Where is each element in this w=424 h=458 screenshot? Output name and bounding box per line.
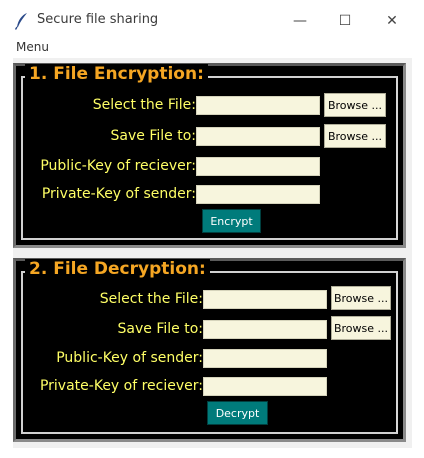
enc-select-file-field[interactable] — [196, 96, 320, 115]
encryption-title: 1. File Encryption: — [25, 64, 208, 84]
dec-public-key-field[interactable] — [203, 349, 327, 368]
dec-browse-file-button[interactable]: Browse ... — [331, 286, 391, 310]
maximize-button[interactable]: ☐ — [334, 10, 356, 32]
encrypt-button[interactable]: Encrypt — [202, 209, 261, 233]
enc-public-key-field[interactable] — [196, 157, 320, 176]
encryption-frame: 1. File Encryption: Select the File: Bro… — [13, 63, 406, 248]
decrypt-button[interactable]: Decrypt — [207, 401, 268, 425]
window-title: Secure file sharing — [37, 12, 159, 27]
enc-select-file-label: Select the File: — [92, 97, 196, 113]
dec-select-file-label: Select the File: — [99, 291, 203, 307]
enc-save-to-field[interactable] — [196, 127, 320, 146]
client-area: 1. File Encryption: Select the File: Bro… — [13, 58, 412, 448]
decryption-frame: 2. File Decryption: Select the File: Bro… — [13, 258, 406, 442]
enc-browse-save-button[interactable]: Browse ... — [324, 124, 386, 148]
enc-private-key-label: Private-Key of sender: — [41, 186, 196, 202]
menu-bar: Menu — [0, 40, 424, 58]
minimize-button[interactable]: — — [289, 10, 311, 32]
decryption-title: 2. File Decryption: — [25, 259, 210, 279]
dec-save-to-label: Save File to: — [117, 321, 203, 337]
dec-private-key-label: Private-Key of reciever: — [39, 378, 203, 394]
menu-item-menu[interactable]: Menu — [16, 40, 49, 54]
enc-browse-file-button[interactable]: Browse ... — [324, 93, 386, 117]
dec-select-file-field[interactable] — [203, 290, 327, 309]
enc-public-key-label: Public-Key of reciever: — [40, 158, 196, 174]
dec-private-key-field[interactable] — [203, 377, 327, 396]
dec-browse-save-button[interactable]: Browse ... — [331, 316, 391, 340]
enc-private-key-field[interactable] — [196, 185, 320, 204]
title-bar: Secure file sharing — ☐ ✕ — [0, 0, 424, 40]
dec-save-to-field[interactable] — [203, 320, 327, 339]
feather-icon — [14, 13, 27, 30]
enc-save-to-label: Save File to: — [110, 128, 196, 144]
dec-public-key-label: Public-Key of sender: — [56, 350, 203, 366]
close-button[interactable]: ✕ — [381, 10, 403, 32]
